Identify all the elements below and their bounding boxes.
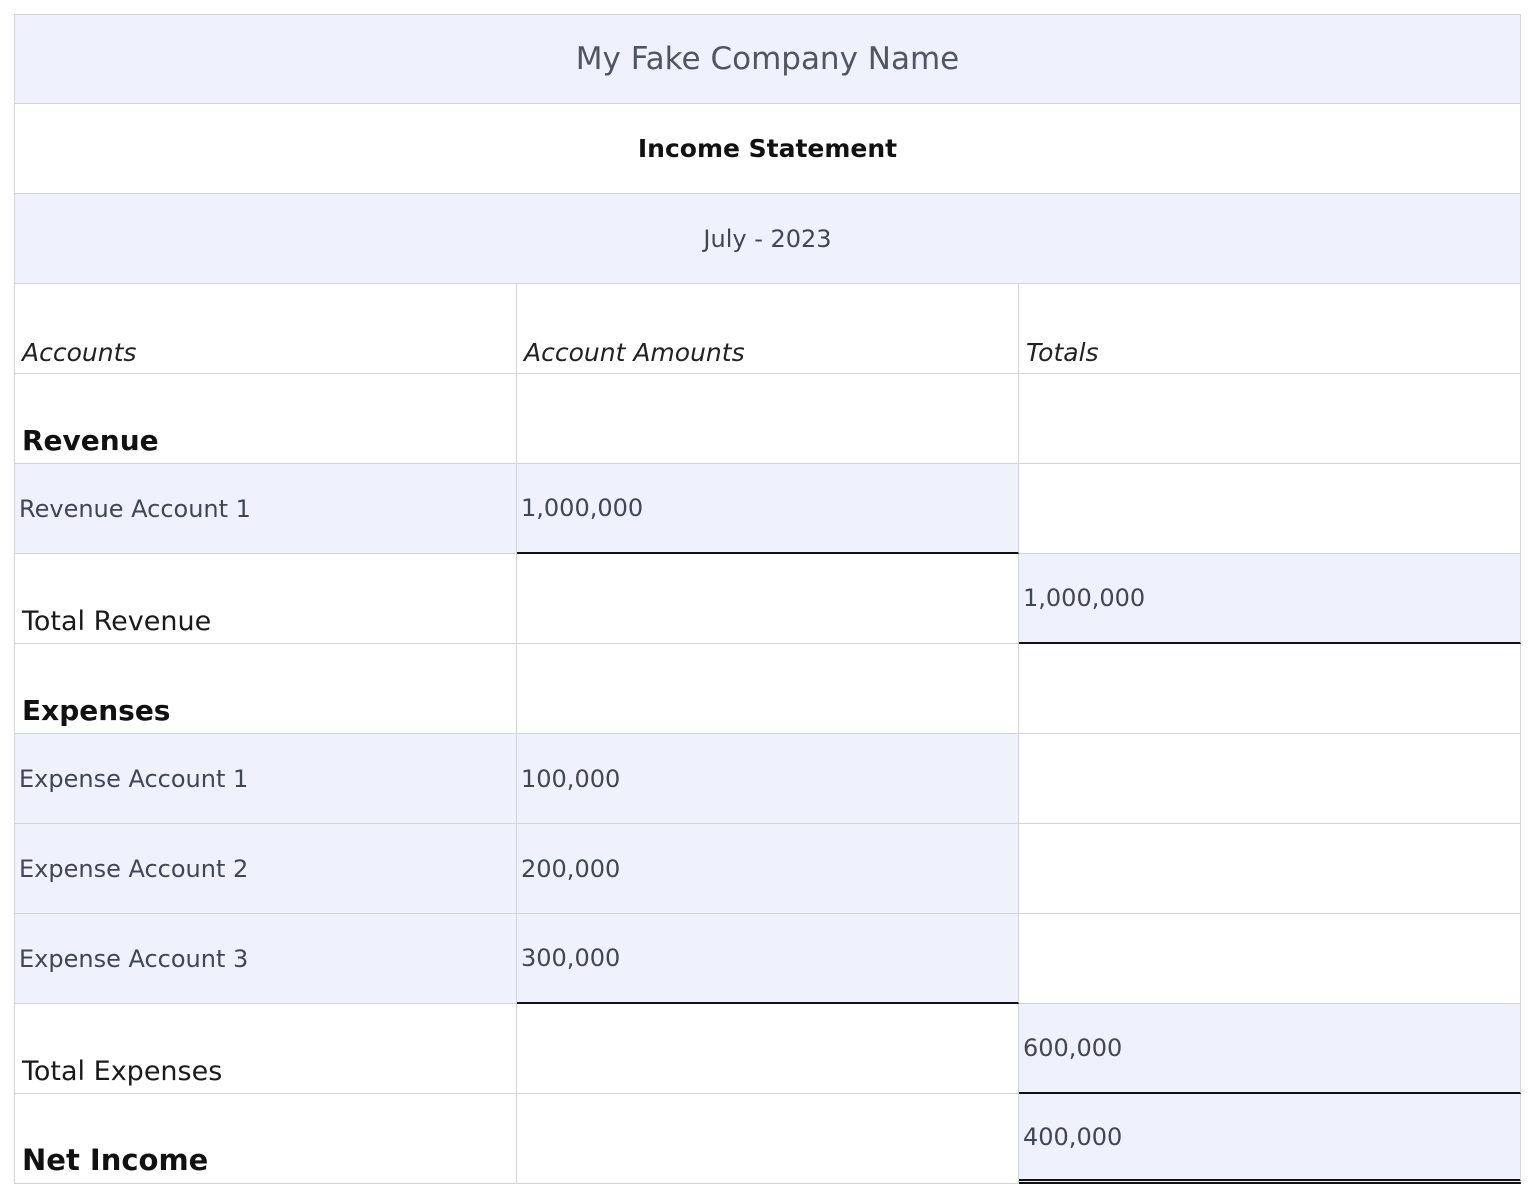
- net-income-label: Net Income: [22, 1143, 209, 1177]
- total-revenue-value-cell[interactable]: 1,000,000: [1019, 554, 1521, 644]
- period-row: July - 2023: [14, 194, 1522, 284]
- net-income-row: Net Income 400,000: [14, 1094, 1522, 1184]
- expense-account-2-cell[interactable]: Expense Account 2: [14, 824, 517, 914]
- company-name: My Fake Company Name: [575, 41, 960, 77]
- expense-account-2-amount: 200,000: [521, 854, 621, 883]
- net-income-value-cell[interactable]: 400,000: [1019, 1094, 1521, 1184]
- header-totals-cell[interactable]: Totals: [1019, 284, 1521, 374]
- total-expenses-value: 600,000: [1023, 1034, 1123, 1062]
- revenue-account-1-cell[interactable]: Revenue Account 1: [14, 464, 517, 554]
- period-cell[interactable]: July - 2023: [14, 194, 1521, 284]
- expense-account-1-amount-cell[interactable]: 100,000: [517, 734, 1019, 824]
- total-revenue-row: Total Revenue 1,000,000: [14, 554, 1522, 644]
- total-expenses-value-cell[interactable]: 600,000: [1019, 1004, 1521, 1094]
- header-amounts-cell[interactable]: Account Amounts: [517, 284, 1019, 374]
- total-expenses-amount-cell[interactable]: [517, 1004, 1019, 1094]
- header-accounts-cell[interactable]: Accounts: [14, 284, 517, 374]
- statement-title-cell[interactable]: Income Statement: [14, 104, 1521, 194]
- expense-account-1-amount: 100,000: [521, 764, 621, 793]
- total-expenses-row: Total Expenses 600,000: [14, 1004, 1522, 1094]
- table-row: Revenue Account 1 1,000,000: [14, 464, 1522, 554]
- net-income-label-cell[interactable]: Net Income: [14, 1094, 517, 1184]
- total-revenue-label-cell[interactable]: Total Revenue: [14, 554, 517, 644]
- total-revenue-value: 1,000,000: [1023, 584, 1146, 612]
- table-row: Expense Account 2 200,000: [14, 824, 1522, 914]
- expenses-section-total-cell[interactable]: [1019, 644, 1521, 734]
- expense-account-1-total-cell[interactable]: [1019, 734, 1521, 824]
- revenue-section-label: Revenue: [22, 424, 159, 457]
- net-income-amount-cell[interactable]: [517, 1094, 1019, 1184]
- statement-title-row: Income Statement: [14, 104, 1522, 194]
- expense-account-3-total-cell[interactable]: [1019, 914, 1521, 1004]
- period-label: July - 2023: [703, 224, 832, 253]
- expense-account-1-cell[interactable]: Expense Account 1: [14, 734, 517, 824]
- expense-account-3-amount-cell[interactable]: 300,000: [517, 914, 1019, 1004]
- statement-title: Income Statement: [637, 134, 898, 163]
- income-statement-sheet: My Fake Company Name Income Statement Ju…: [14, 14, 1522, 1184]
- company-row: My Fake Company Name: [14, 14, 1522, 104]
- revenue-section-row: Revenue: [14, 374, 1522, 464]
- company-name-cell[interactable]: My Fake Company Name: [14, 14, 1521, 104]
- column-header-row: Accounts Account Amounts Totals: [14, 284, 1522, 374]
- revenue-section-total-cell[interactable]: [1019, 374, 1521, 464]
- header-totals: Totals: [1026, 338, 1099, 367]
- revenue-section-amount-cell[interactable]: [517, 374, 1019, 464]
- revenue-account-1-name: Revenue Account 1: [19, 494, 251, 523]
- net-income-value: 400,000: [1023, 1122, 1123, 1151]
- expense-account-3-amount: 300,000: [521, 944, 621, 972]
- total-revenue-amount-cell[interactable]: [517, 554, 1019, 644]
- expense-account-3-name: Expense Account 3: [19, 944, 249, 973]
- table-row: Expense Account 1 100,000: [14, 734, 1522, 824]
- total-revenue-label: Total Revenue: [22, 606, 212, 637]
- total-expenses-label: Total Expenses: [22, 1056, 223, 1087]
- revenue-account-1-amount: 1,000,000: [521, 494, 644, 522]
- expense-account-2-total-cell[interactable]: [1019, 824, 1521, 914]
- expenses-section-label: Expenses: [22, 694, 171, 727]
- table-row: Expense Account 3 300,000: [14, 914, 1522, 1004]
- total-expenses-label-cell[interactable]: Total Expenses: [14, 1004, 517, 1094]
- expense-account-2-amount-cell[interactable]: 200,000: [517, 824, 1019, 914]
- revenue-account-1-amount-cell[interactable]: 1,000,000: [517, 464, 1019, 554]
- header-accounts: Accounts: [22, 338, 137, 367]
- revenue-account-1-total-cell[interactable]: [1019, 464, 1521, 554]
- revenue-section-cell[interactable]: Revenue: [14, 374, 517, 464]
- expense-account-3-cell[interactable]: Expense Account 3: [14, 914, 517, 1004]
- expenses-section-cell[interactable]: Expenses: [14, 644, 517, 734]
- expense-account-2-name: Expense Account 2: [19, 854, 249, 883]
- expenses-section-row: Expenses: [14, 644, 1522, 734]
- header-amounts: Account Amounts: [524, 338, 745, 367]
- expenses-section-amount-cell[interactable]: [517, 644, 1019, 734]
- expense-account-1-name: Expense Account 1: [19, 764, 249, 793]
